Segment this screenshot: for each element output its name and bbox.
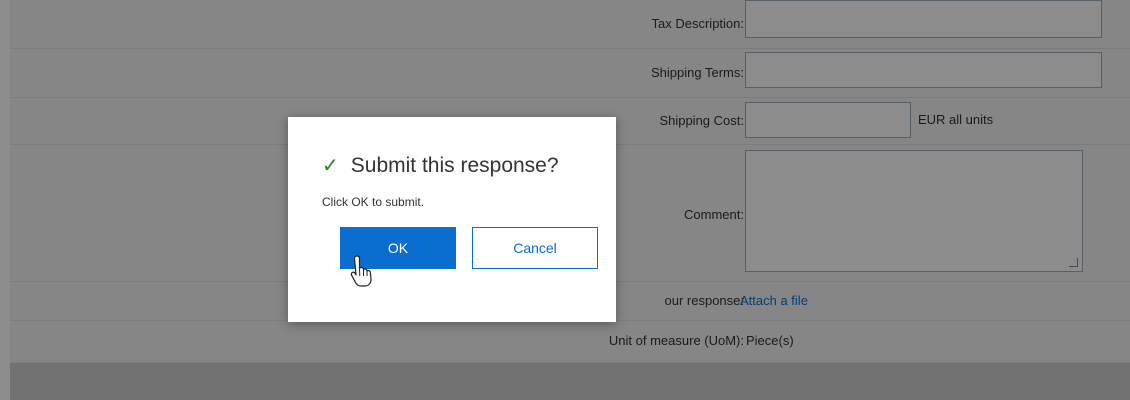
- page: Tax Description: Shipping Terms: Shippin…: [0, 0, 1130, 400]
- ok-button-label: OK: [387, 240, 409, 256]
- confirm-dialog: ✓ Submit this response? Click OK to submi…: [288, 117, 616, 322]
- dialog-message: Click OK to submit.: [322, 195, 425, 209]
- dialog-title-text: Submit this response?: [350, 154, 559, 177]
- checkmark-icon: ✓: [322, 155, 339, 177]
- cancel-button-label: Cancel: [513, 240, 557, 256]
- cancel-button[interactable]: Cancel: [472, 227, 598, 269]
- dialog-title: ✓ Submit this response?: [322, 153, 559, 178]
- hand-pointer-icon: [350, 255, 372, 287]
